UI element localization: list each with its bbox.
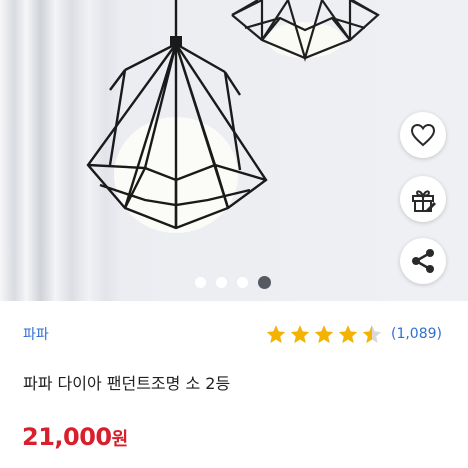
star-icon [314,325,334,343]
star-rating [265,323,383,345]
star-icon [362,325,382,343]
review-count[interactable]: (1,089) [391,326,442,342]
carousel-dot[interactable] [216,277,227,288]
carousel-dot[interactable] [237,277,248,288]
gift-icon [409,185,437,213]
carousel-dot[interactable] [195,277,206,288]
carousel-indicator [195,276,271,289]
star-icon [338,325,358,343]
price-unit: 원 [111,429,129,450]
seller-link[interactable]: 파파 [23,324,49,344]
star-icon [290,325,310,343]
price-value: 21,000 [22,423,112,451]
rating[interactable]: (1,089) [265,323,442,345]
like-button[interactable] [400,112,446,158]
share-icon [409,247,437,275]
star-icon [266,325,286,343]
gift-button[interactable] [400,176,446,222]
carousel-dot[interactable] [258,276,271,289]
pendant-lamp-image [86,0,380,233]
heart-icon [410,123,436,147]
product-price: 21,000원 [22,423,128,451]
product-image-carousel[interactable] [0,0,468,301]
product-title: 파파 다이아 팬던트조명 소 2등 [23,374,231,393]
product-meta-row: 파파 (1,089) [23,322,442,346]
share-button[interactable] [400,238,446,284]
